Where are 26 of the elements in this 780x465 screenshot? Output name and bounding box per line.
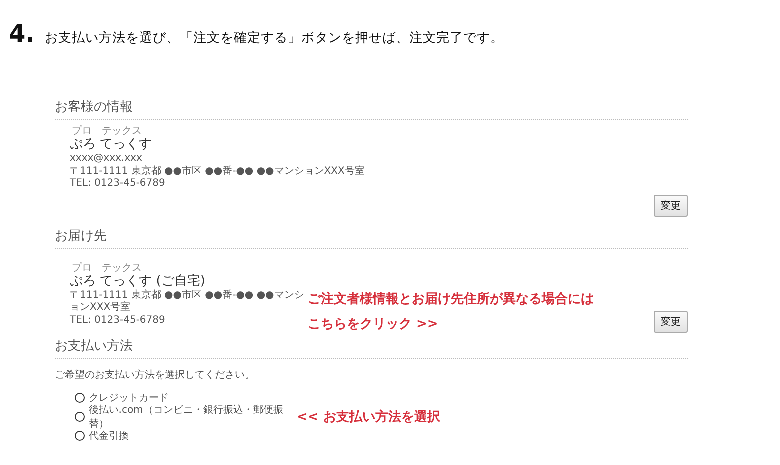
info-line: 〒111-1111 東京都 ●●市区 ●●番-●● ●●マンションXXX号室 <box>70 166 366 178</box>
option-label[interactable]: 後払い.com（コンビニ・銀行振込・郵便振替） <box>88 402 297 430</box>
step-number: 4. <box>9 20 35 48</box>
section-heading: お届け先 <box>55 226 688 248</box>
radio-button[interactable] <box>75 412 85 422</box>
option-label[interactable]: クレジットカード <box>89 390 169 404</box>
name-reading: プロ テックス <box>72 126 143 137</box>
section-heading: お客様の情報 <box>55 98 688 120</box>
notice-text: こちらをクリック >> <box>308 316 440 334</box>
change-button[interactable]: 変更 <box>654 194 688 216</box>
radio-button[interactable] <box>75 430 85 440</box>
info-line: TEL: 0123-45-6789 <box>70 178 166 190</box>
customer-name: ぷろ てっくす (ご自宅) <box>70 274 206 290</box>
customer-name: ぷろ てっくす <box>70 137 154 153</box>
option-label[interactable]: 代金引換 <box>89 428 129 442</box>
info-line: 〒111-1111 東京都 ●●市区 ●●番-●● ●●マンションXXX号室 <box>70 290 306 314</box>
instruction-text: ご希望のお支払い方法を選択してください。 <box>55 368 256 382</box>
section-heading: お支払い方法 <box>55 337 688 359</box>
step-instruction: お支払い方法を選び、「注文を確定する」ボタンを押せば、注文完了です。 <box>44 30 504 47</box>
name-reading: プロ テックス <box>72 262 143 274</box>
info-line: xxxx@xxx.xxx <box>70 153 144 166</box>
notice-text: << お支払い方法を選択 <box>297 408 440 426</box>
info-line: TEL: 0123-45-6789 <box>70 314 166 327</box>
notice-text: ご注文者様情報とお届け先住所が異なる場合には <box>308 290 594 309</box>
radio-button[interactable] <box>75 392 85 402</box>
change-button[interactable]: 変更 <box>654 311 688 333</box>
